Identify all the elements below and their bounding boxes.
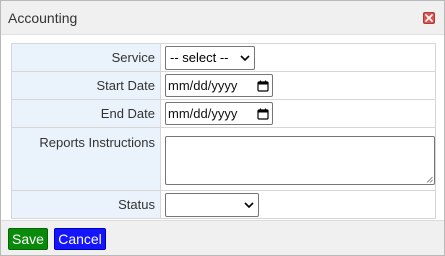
close-button[interactable] — [423, 12, 435, 24]
save-button[interactable]: Save — [8, 228, 48, 250]
status-select[interactable] — [165, 192, 259, 217]
status-label: Status — [11, 190, 161, 219]
end-date-placeholder: mm/dd/yyyy — [168, 106, 238, 121]
accounting-form: Service -- select -- Start Date mm/dd/yy… — [11, 43, 436, 219]
end-date-row: End Date mm/dd/yyyy — [11, 99, 436, 128]
status-row: Status — [11, 190, 436, 219]
close-icon — [425, 14, 433, 22]
start-date-row: Start Date mm/dd/yyyy — [11, 71, 436, 100]
accounting-dialog: Accounting Service -- select -- Start Da… — [0, 0, 445, 256]
chevron-down-icon — [240, 54, 250, 61]
dialog-titlebar: Accounting — [1, 1, 444, 35]
start-date-input[interactable]: mm/dd/yyyy — [165, 74, 273, 97]
end-date-input[interactable]: mm/dd/yyyy — [165, 102, 273, 125]
service-label: Service — [11, 43, 161, 72]
start-date-label: Start Date — [11, 71, 161, 100]
calendar-icon[interactable] — [257, 108, 269, 120]
reports-instructions-row: Reports Instructions — [11, 127, 436, 191]
service-row: Service -- select -- — [11, 43, 436, 72]
service-select[interactable]: -- select -- — [165, 45, 255, 70]
chevron-down-icon — [244, 201, 254, 208]
calendar-icon[interactable] — [257, 80, 269, 92]
reports-instructions-label: Reports Instructions — [11, 127, 161, 191]
dialog-title: Accounting — [8, 10, 78, 26]
dialog-footer: Save Cancel — [1, 220, 444, 255]
service-select-value: -- select -- — [170, 50, 229, 65]
end-date-label: End Date — [11, 99, 161, 128]
resize-grip-icon[interactable] — [426, 176, 433, 183]
start-date-placeholder: mm/dd/yyyy — [168, 78, 238, 93]
cancel-button[interactable]: Cancel — [54, 228, 106, 250]
reports-instructions-textarea[interactable] — [165, 135, 435, 185]
